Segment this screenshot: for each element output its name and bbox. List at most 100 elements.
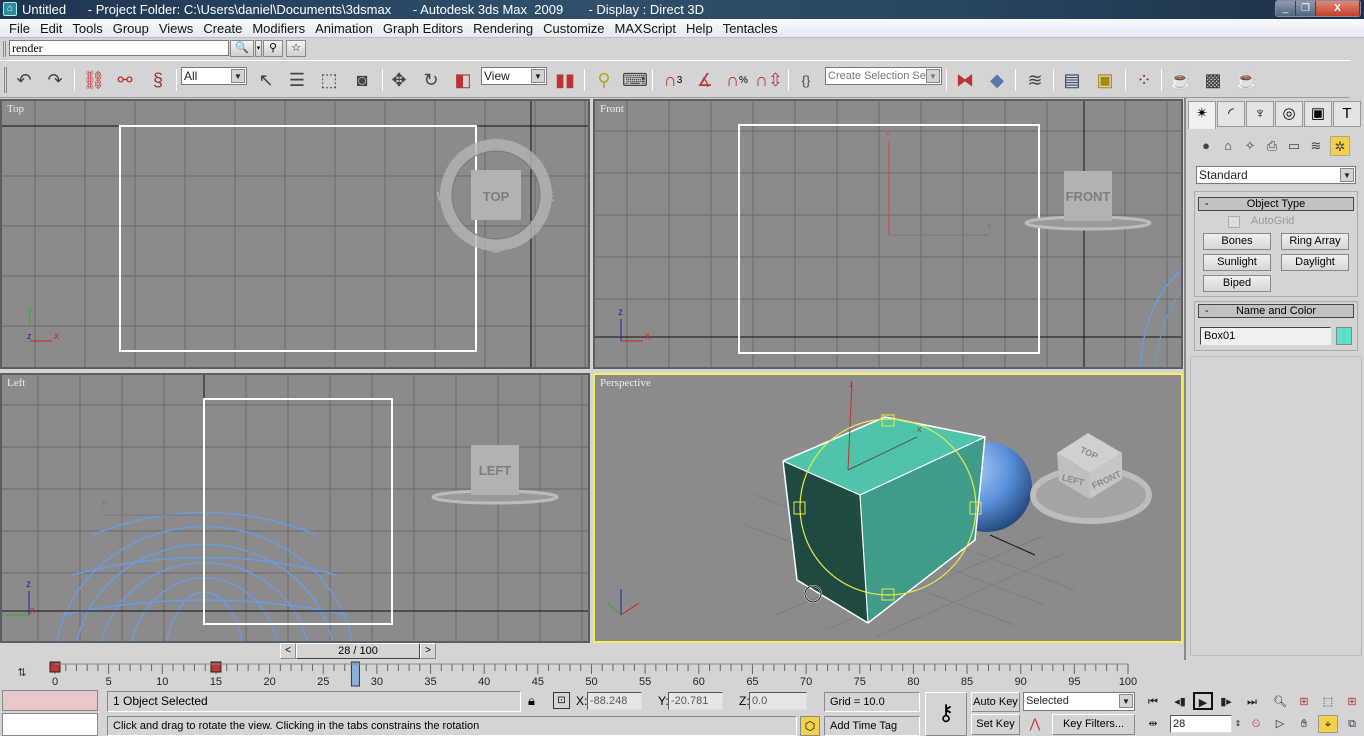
- zoom-icon[interactable]: 🔍︎: [1270, 693, 1290, 711]
- pan-view-hand-icon[interactable]: ✋︎: [1294, 715, 1314, 733]
- menu-edit[interactable]: Edit: [35, 21, 67, 36]
- redo-icon[interactable]: ↷: [42, 67, 68, 93]
- next-frame-icon[interactable]: ▮▸: [1216, 693, 1236, 711]
- viewcube[interactable]: FRONT: [1024, 171, 1152, 231]
- prev-frame-button[interactable]: <: [280, 643, 296, 659]
- schematic-view-icon[interactable]: ▣: [1092, 67, 1118, 93]
- select-by-name-icon[interactable]: ☰: [284, 67, 310, 93]
- key-mode-dropdown[interactable]: Selected ▼: [1023, 692, 1135, 711]
- layer-manager-icon[interactable]: ≋: [1022, 67, 1048, 93]
- previous-frame-icon[interactable]: ◂▮: [1170, 693, 1190, 711]
- default-in-out-tangents-icon[interactable]: ⋀: [1026, 716, 1044, 734]
- viewport-front[interactable]: z x FRONT z x Front: [593, 99, 1183, 369]
- render-setup-icon[interactable]: ☕: [1168, 67, 1194, 93]
- maxscript-listener-mini[interactable]: [2, 690, 98, 711]
- select-and-scale-icon[interactable]: ◧: [450, 67, 476, 93]
- systems-icon[interactable]: ✲: [1330, 136, 1350, 156]
- rectangular-selection-region-icon[interactable]: ⬚: [316, 67, 342, 93]
- menu-views[interactable]: Views: [154, 21, 198, 36]
- snaps-toggle-icon[interactable]: ∩ 3: [660, 67, 686, 93]
- play-icon[interactable]: ▶: [1193, 692, 1213, 710]
- daylight-button[interactable]: Daylight: [1281, 254, 1349, 271]
- communication-center-icon[interactable]: ⚲: [263, 40, 283, 57]
- z-coordinate-field[interactable]: 0.0: [749, 692, 807, 710]
- menu-tentacles[interactable]: Tentacles: [718, 21, 783, 36]
- track-bar[interactable]: ⇅ 0 5 10 15 20 25 30 35 40 45 50 55 60 65 70 75 80 85 90 95…: [0, 660, 1184, 688]
- select-and-manipulate-icon[interactable]: ⚲: [591, 67, 617, 93]
- ring-array-button[interactable]: Ring Array: [1281, 233, 1349, 250]
- sunlight-button[interactable]: Sunlight: [1203, 254, 1271, 271]
- viewport-label[interactable]: Front: [600, 103, 624, 115]
- create-tab[interactable]: ✴: [1188, 101, 1216, 129]
- mirror-icon[interactable]: ⧓: [952, 67, 978, 93]
- viewcube[interactable]: LEFT: [431, 445, 559, 505]
- graph-editors-icon[interactable]: ▤: [1059, 67, 1085, 93]
- set-key-button[interactable]: Set Key: [971, 714, 1020, 735]
- next-frame-button[interactable]: >: [420, 643, 436, 659]
- time-configuration-icon[interactable]: ⏲: [1246, 715, 1266, 733]
- percent-snap-icon[interactable]: ∩%: [724, 67, 750, 93]
- select-and-rotate-icon[interactable]: ↻: [418, 67, 444, 93]
- box01-object[interactable]: [782, 416, 986, 624]
- current-frame-field[interactable]: 28: [1170, 715, 1232, 733]
- arc-rotate-icon[interactable]: ⌖: [1318, 715, 1338, 733]
- window-crossing-icon[interactable]: ◙: [349, 67, 375, 93]
- viewport-label[interactable]: Top: [7, 103, 24, 115]
- toolbar-grip[interactable]: [3, 41, 6, 57]
- menu-maxscript[interactable]: MAXScript: [610, 21, 681, 36]
- motion-tab[interactable]: ◎: [1275, 101, 1303, 127]
- menu-modifiers[interactable]: Modifiers: [247, 21, 310, 36]
- menu-group[interactable]: Group: [108, 21, 154, 36]
- 3dsmax-app-icon[interactable]: ⌂: [3, 2, 17, 16]
- viewport-label[interactable]: Left: [7, 377, 25, 389]
- reference-coordinate-dropdown[interactable]: View ▼: [481, 67, 547, 85]
- menu-tools[interactable]: Tools: [67, 21, 107, 36]
- menu-customize[interactable]: Customize: [538, 21, 609, 36]
- quick-render-icon[interactable]: ☕: [1234, 67, 1260, 93]
- material-editor-icon[interactable]: ⁘: [1131, 67, 1157, 93]
- minimize-button[interactable]: _: [1276, 1, 1296, 16]
- align-icon[interactable]: ◆: [984, 67, 1010, 93]
- geometry-icon[interactable]: ●: [1196, 136, 1216, 156]
- menu-create[interactable]: Create: [198, 21, 247, 36]
- lights-icon[interactable]: ✧: [1240, 136, 1260, 156]
- field-of-view-icon[interactable]: ▷: [1270, 715, 1290, 733]
- maximize-viewport-toggle-icon[interactable]: ⧉: [1342, 715, 1362, 733]
- search-dropdown-arrow[interactable]: ▾: [255, 40, 262, 57]
- x-coordinate-field[interactable]: -88.248: [587, 692, 642, 710]
- object-color-swatch[interactable]: [1336, 327, 1352, 345]
- search-icon[interactable]: 🔍: [230, 40, 254, 57]
- time-slider-thumb[interactable]: 28 / 100: [296, 643, 420, 659]
- utilities-tab[interactable]: T: [1333, 101, 1361, 127]
- use-pivot-point-center-icon[interactable]: ▮▮: [552, 67, 578, 93]
- angle-snap-icon[interactable]: ∡: [692, 67, 718, 93]
- select-and-link-icon[interactable]: ⛓: [81, 67, 107, 93]
- current-frame-indicator[interactable]: [350, 661, 360, 687]
- zoom-all-icon[interactable]: ⊞: [1294, 693, 1314, 711]
- viewport-top[interactable]: TOP N S E W y x z Top: [0, 99, 590, 369]
- maxscript-input-mini[interactable]: [2, 713, 98, 736]
- search-input[interactable]: render: [9, 40, 229, 56]
- name-and-color-rollout-header[interactable]: - Name and Color: [1198, 304, 1354, 318]
- close-button[interactable]: X: [1316, 1, 1360, 16]
- viewport-perspective[interactable]: z x TOP LEFT FRONT Perspective: [593, 373, 1183, 643]
- y-coordinate-field[interactable]: -20.781: [668, 692, 723, 710]
- undo-icon[interactable]: ↶: [11, 67, 37, 93]
- go-to-end-icon[interactable]: ⏭: [1242, 693, 1262, 711]
- autogrid-checkbox[interactable]: [1228, 216, 1240, 228]
- bones-button[interactable]: Bones: [1203, 233, 1271, 250]
- time-tag-cube-icon[interactable]: ⬡: [800, 716, 820, 736]
- object-type-rollout-header[interactable]: - Object Type: [1198, 197, 1354, 211]
- spinner-snap-icon[interactable]: ∩⇳: [755, 67, 783, 93]
- bind-to-space-warp-icon[interactable]: §: [145, 67, 171, 93]
- favorites-star-icon[interactable]: ☆: [286, 40, 306, 57]
- helpers-icon[interactable]: ▭: [1284, 136, 1304, 156]
- viewcube[interactable]: TOP LEFT FRONT: [1030, 433, 1152, 524]
- space-warps-icon[interactable]: ≋: [1306, 136, 1326, 156]
- frame-spinner[interactable]: ⇕: [1233, 715, 1243, 733]
- zoom-extents-icon[interactable]: ⬚: [1318, 693, 1338, 711]
- toolbar-grip[interactable]: [4, 67, 7, 93]
- menu-file[interactable]: File: [4, 21, 35, 36]
- viewcube-compass[interactable]: TOP N S E W: [436, 135, 554, 256]
- menu-animation[interactable]: Animation: [310, 21, 378, 36]
